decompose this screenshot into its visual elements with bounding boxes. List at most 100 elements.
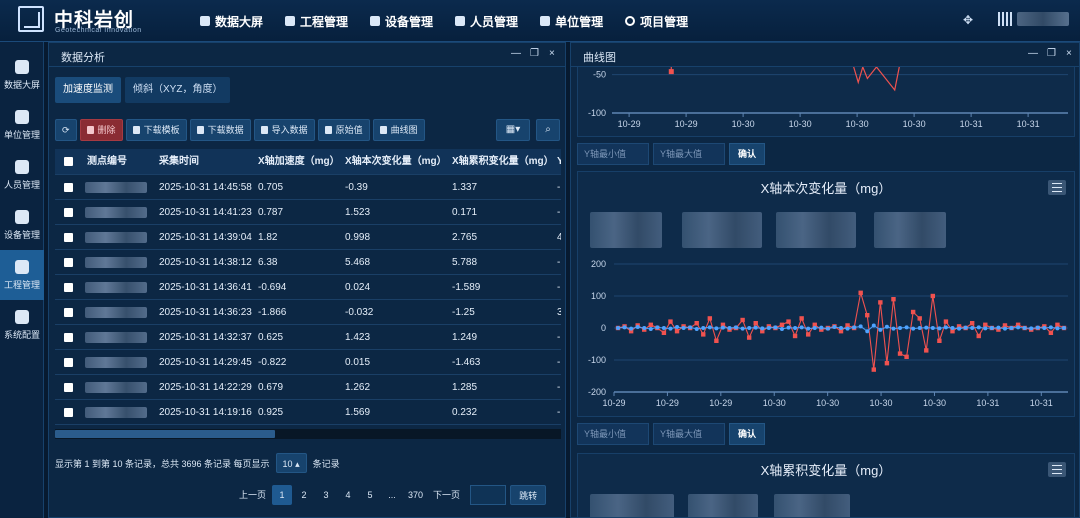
row-checkbox[interactable] — [64, 208, 73, 217]
fullscreen-icon[interactable]: ✥ — [963, 14, 975, 26]
minimize-icon[interactable]: — — [511, 48, 521, 59]
page-jump-input[interactable] — [470, 485, 507, 505]
y-range-confirm-button[interactable]: 确认 — [729, 143, 766, 165]
header-x-accel[interactable]: X轴加速度（mg） — [258, 149, 340, 174]
x-tick-label: 10-30 — [870, 398, 893, 408]
sidebar-item-system-config[interactable]: 系统配置 — [0, 300, 44, 350]
topnav-item-personnel[interactable]: 人员管理 — [455, 13, 518, 30]
row-checkbox[interactable] — [64, 408, 73, 417]
data-table: 测点编号 采集时间 X轴加速度（mg） X轴本次变化量（mg） X轴累积变化量（… — [55, 149, 561, 429]
header-point-id[interactable]: 测点编号 — [87, 149, 127, 174]
tab-tilt[interactable]: 倾斜（XYZ，角度） — [125, 77, 231, 103]
data-point — [779, 322, 785, 327]
y-range-confirm-button[interactable]: 确认 — [729, 423, 766, 445]
row-checkbox[interactable] — [64, 283, 73, 292]
legend-entry-redacted[interactable] — [774, 494, 850, 517]
row-checkbox[interactable] — [64, 383, 73, 392]
close-icon[interactable]: × — [549, 48, 555, 59]
horizontal-scrollbar[interactable] — [55, 429, 561, 439]
topnav-item-units[interactable]: 单位管理 — [540, 13, 603, 30]
y-min-input[interactable]: Y轴最小值 — [577, 143, 649, 165]
page-jump-button[interactable]: 跳转 — [510, 485, 547, 505]
refresh-icon: ⟳ — [62, 125, 70, 135]
prev-page-button[interactable]: 上一页 — [235, 485, 270, 505]
curve-chart-button[interactable]: 曲线图 — [372, 119, 425, 141]
table-cell: 2025-10-31 14:38:12 — [159, 257, 252, 268]
topnav-item-projects[interactable]: 工程管理 — [285, 13, 348, 30]
header-y[interactable]: Y — [557, 149, 561, 174]
y-min-input[interactable]: Y轴最小值 — [577, 423, 649, 445]
data-point — [799, 325, 804, 330]
import-data-button[interactable]: 导入数据 — [253, 119, 315, 141]
header-x-cumulative[interactable]: X轴累积变化量（mg） — [452, 149, 554, 174]
data-point — [773, 325, 778, 330]
page-370-button[interactable]: 370 — [404, 485, 427, 505]
calendar-check-icon — [15, 110, 29, 124]
sidebar-item-data-screen[interactable]: 数据大屏 — [0, 50, 44, 100]
search-button[interactable]: ⌕ — [536, 119, 560, 141]
data-point — [622, 325, 627, 330]
row-checkbox[interactable] — [64, 358, 73, 367]
table-row[interactable]: 2025-10-31 14:29:45 -0.822 0.015 -1.463 - — [55, 350, 561, 375]
y-max-input[interactable]: Y轴最大值 — [653, 143, 725, 165]
scrollbar-thumb[interactable] — [55, 430, 275, 438]
close-icon[interactable]: × — [1066, 48, 1072, 59]
table-row[interactable]: 2025-10-31 14:39:04 1.82 0.998 2.765 4 — [55, 225, 561, 250]
data-point — [839, 326, 843, 330]
legend-entry-redacted[interactable] — [590, 494, 674, 517]
columns-toggle-button[interactable]: ▦▾ — [496, 119, 530, 141]
topnav-item-devices[interactable]: 设备管理 — [370, 13, 433, 30]
page-3-button[interactable]: 3 — [316, 485, 336, 505]
next-page-button[interactable]: 下一页 — [429, 485, 464, 505]
data-point — [1035, 325, 1040, 330]
page-5-button[interactable]: 5 — [360, 485, 380, 505]
row-checkbox[interactable] — [64, 233, 73, 242]
x-tick-label: 10-29 — [709, 398, 732, 408]
download-data-button[interactable]: 下载数据 — [189, 119, 251, 141]
legend-entry-redacted[interactable] — [688, 494, 758, 517]
table-row[interactable]: 2025-10-31 14:36:41 -0.694 0.024 -1.589 - — [55, 275, 561, 300]
row-checkbox[interactable] — [64, 183, 73, 192]
sidebar-item-personnel[interactable]: 人员管理 — [0, 150, 44, 200]
tab-acceleration[interactable]: 加速度监测 — [55, 77, 121, 103]
user-avatar-icon[interactable] — [998, 12, 1012, 26]
page-1-button[interactable]: 1 — [272, 485, 293, 505]
data-point — [950, 326, 955, 330]
row-checkbox[interactable] — [64, 258, 73, 267]
minimize-icon[interactable]: — — [1028, 48, 1038, 59]
table-header-row: 测点编号 采集时间 X轴加速度（mg） X轴本次变化量（mg） X轴累积变化量（… — [55, 149, 561, 175]
restore-icon[interactable]: ❐ — [530, 48, 539, 59]
y-max-input[interactable]: Y轴最大值 — [653, 423, 725, 445]
page-2-button[interactable]: 2 — [294, 485, 314, 505]
header-collect-time[interactable]: 采集时间 — [159, 149, 199, 174]
chart-partial-top: -50 -100 10-29 10-29 10-30 10-30 10-30 10-30 10-… — [577, 65, 1075, 137]
table-row[interactable]: 2025-10-31 14:36:23 -1.866 -0.032 -1.25 3 — [55, 300, 561, 325]
table-cell: 1.423 — [345, 332, 371, 343]
topnav-item-data-screen[interactable]: 数据大屏 — [200, 13, 263, 30]
page-4-button[interactable]: 4 — [338, 485, 358, 505]
raw-values-button[interactable]: 原始值 — [317, 119, 370, 141]
table-row[interactable]: 2025-10-31 14:32:37 0.625 1.423 1.249 - — [55, 325, 561, 350]
chart-menu-button[interactable] — [1048, 462, 1066, 477]
table-row[interactable]: 2025-10-31 14:19:16 0.925 1.569 0.232 - — [55, 400, 561, 425]
sidebar-item-units[interactable]: 单位管理 — [0, 100, 44, 150]
table-row[interactable]: 2025-10-31 14:38:12 6.38 5.468 5.788 - — [55, 250, 561, 275]
restore-icon[interactable]: ❐ — [1047, 48, 1056, 59]
sidebar-item-devices[interactable]: 设备管理 — [0, 200, 44, 250]
delete-button[interactable]: 删除 — [79, 119, 123, 141]
table-row[interactable]: 2025-10-31 14:41:23 0.787 1.523 0.171 - — [55, 200, 561, 225]
topnav-item-project-admin[interactable]: 项目管理 — [625, 13, 688, 30]
header-x-delta[interactable]: X轴本次变化量（mg） — [345, 149, 447, 174]
table-row[interactable]: 2025-10-31 14:45:58 0.705 -0.39 1.337 - — [55, 175, 561, 200]
user-name-redacted[interactable] — [1017, 12, 1069, 26]
row-checkbox[interactable] — [64, 333, 73, 342]
refresh-button[interactable]: ⟳ — [55, 119, 77, 141]
row-checkbox[interactable] — [64, 308, 73, 317]
page-size-select[interactable]: 10 ▴ — [275, 453, 307, 473]
table-row[interactable]: 2025-10-31 14:22:29 0.679 1.262 1.285 - — [55, 375, 561, 400]
select-all-checkbox[interactable] — [64, 157, 73, 166]
table-cell: 1.285 — [452, 382, 478, 393]
download-template-button[interactable]: 下载模板 — [125, 119, 187, 141]
sidebar-item-projects[interactable]: 工程管理 — [0, 250, 44, 300]
company-logo[interactable] — [18, 6, 44, 32]
